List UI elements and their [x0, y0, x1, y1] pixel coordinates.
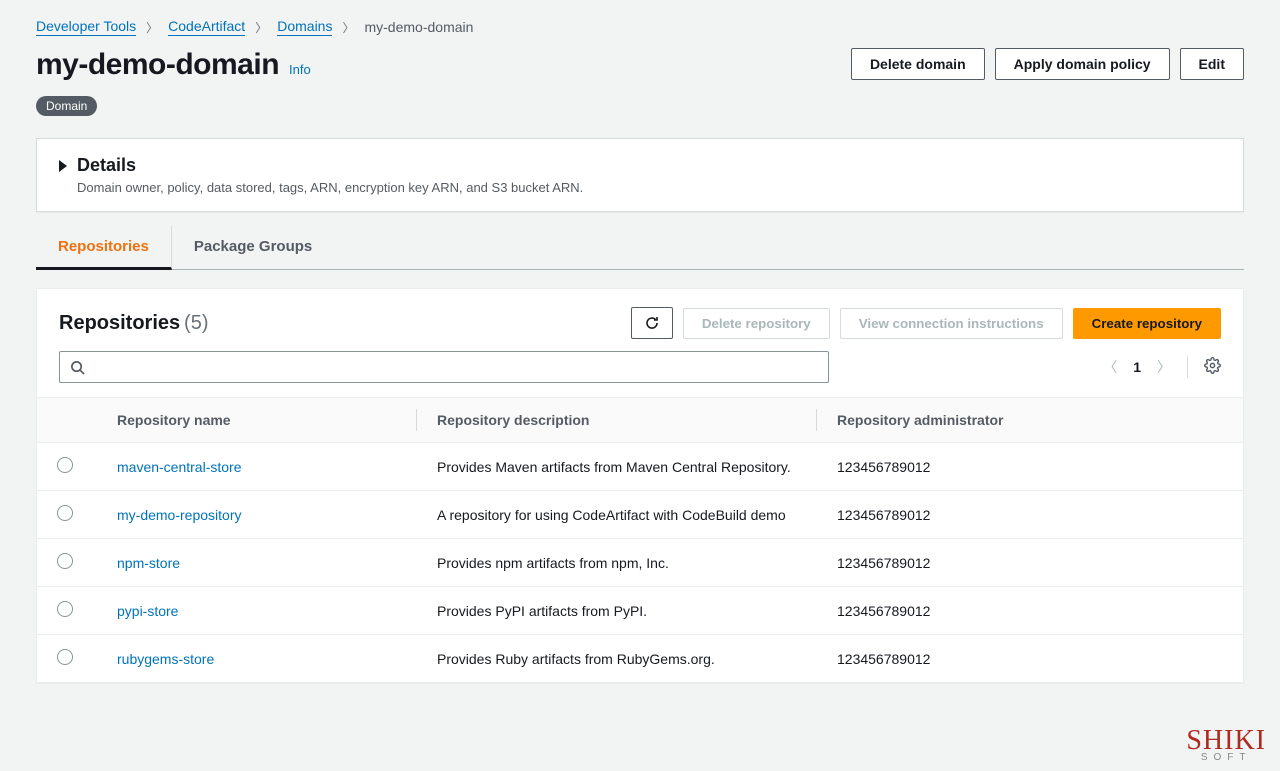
table-row: npm-store Provides npm artifacts from npm… [37, 539, 1243, 587]
tab-repositories[interactable]: Repositories [36, 226, 172, 270]
row-select-radio[interactable] [57, 649, 73, 665]
details-subtitle: Domain owner, policy, data stored, tags,… [77, 180, 1221, 195]
table-row: rubygems-store Provides Ruby artifacts fr… [37, 635, 1243, 683]
divider [1187, 356, 1188, 378]
repositories-table: Repository name Repository description R… [37, 397, 1243, 683]
settings-button[interactable] [1204, 357, 1221, 377]
page-number: 1 [1133, 359, 1141, 375]
repository-description: Provides Maven artifacts from Maven Cent… [417, 443, 817, 491]
repository-link[interactable]: maven-central-store [117, 459, 242, 475]
watermark: SHIKI SOFT [1186, 727, 1266, 763]
search-input[interactable] [93, 359, 818, 375]
gear-icon [1204, 357, 1221, 374]
tabs: Repositories Package Groups [36, 226, 1244, 270]
repository-link[interactable]: my-demo-repository [117, 507, 241, 523]
edit-button[interactable]: Edit [1180, 48, 1244, 80]
row-select-radio[interactable] [57, 457, 73, 473]
refresh-button[interactable] [631, 307, 673, 339]
repository-description: A repository for using CodeArtifact with… [417, 491, 817, 539]
chevron-right-icon: 〉 [146, 19, 158, 36]
repository-link[interactable]: pypi-store [117, 603, 178, 619]
refresh-icon [644, 315, 660, 331]
repository-description: Provides PyPI artifacts from PyPI. [417, 587, 817, 635]
breadcrumb-current: my-demo-domain [364, 19, 473, 35]
breadcrumb-link-domains[interactable]: Domains [277, 18, 332, 36]
repository-admin: 123456789012 [817, 443, 1243, 491]
row-select-radio[interactable] [57, 505, 73, 521]
chevron-right-icon: 〉 [342, 19, 354, 36]
repositories-panel: Repositories (5) Delete repository View … [36, 288, 1244, 684]
caret-right-icon [59, 160, 67, 172]
search-input-wrap[interactable] [59, 351, 829, 383]
pagination: 〈 1 〉 [1103, 356, 1221, 378]
table-row: pypi-store Provides PyPI artifacts from P… [37, 587, 1243, 635]
page-title: my-demo-domain [36, 48, 279, 82]
chevron-right-icon: 〉 [255, 19, 267, 36]
row-select-radio[interactable] [57, 601, 73, 617]
repository-admin: 123456789012 [817, 635, 1243, 683]
search-icon [70, 360, 85, 375]
repository-link[interactable]: npm-store [117, 555, 180, 571]
create-repository-button[interactable]: Create repository [1073, 308, 1221, 339]
repository-admin: 123456789012 [817, 539, 1243, 587]
repository-description: Provides npm artifacts from npm, Inc. [417, 539, 817, 587]
repository-admin: 123456789012 [817, 491, 1243, 539]
domain-badge: Domain [36, 96, 97, 116]
page-next-button[interactable]: 〉 [1157, 357, 1171, 377]
column-header-description[interactable]: Repository description [417, 398, 817, 443]
column-header-admin[interactable]: Repository administrator [817, 398, 1243, 443]
repository-admin: 123456789012 [817, 587, 1243, 635]
repositories-title: Repositories [59, 312, 180, 334]
table-row: my-demo-repository A repository for using… [37, 491, 1243, 539]
details-title: Details [77, 155, 136, 176]
breadcrumb-link-codeartifact[interactable]: CodeArtifact [168, 18, 245, 36]
page-prev-button[interactable]: 〈 [1103, 357, 1117, 377]
details-expand-toggle[interactable]: Details [59, 155, 1221, 176]
repositories-count: (5) [184, 312, 208, 334]
delete-domain-button[interactable]: Delete domain [851, 48, 985, 80]
table-row: maven-central-store Provides Maven artifa… [37, 443, 1243, 491]
breadcrumb-link-developer-tools[interactable]: Developer Tools [36, 18, 136, 36]
breadcrumb: Developer Tools 〉 CodeArtifact 〉 Domains… [36, 18, 1244, 36]
details-panel: Details Domain owner, policy, data store… [36, 138, 1244, 212]
repository-description: Provides Ruby artifacts from RubyGems.or… [417, 635, 817, 683]
view-connection-instructions-button[interactable]: View connection instructions [840, 308, 1063, 339]
info-link[interactable]: Info [289, 62, 311, 77]
delete-repository-button[interactable]: Delete repository [683, 308, 830, 339]
row-select-radio[interactable] [57, 553, 73, 569]
column-header-name[interactable]: Repository name [97, 398, 417, 443]
repository-link[interactable]: rubygems-store [117, 651, 214, 667]
apply-domain-policy-button[interactable]: Apply domain policy [995, 48, 1170, 80]
tab-package-groups[interactable]: Package Groups [172, 226, 334, 269]
